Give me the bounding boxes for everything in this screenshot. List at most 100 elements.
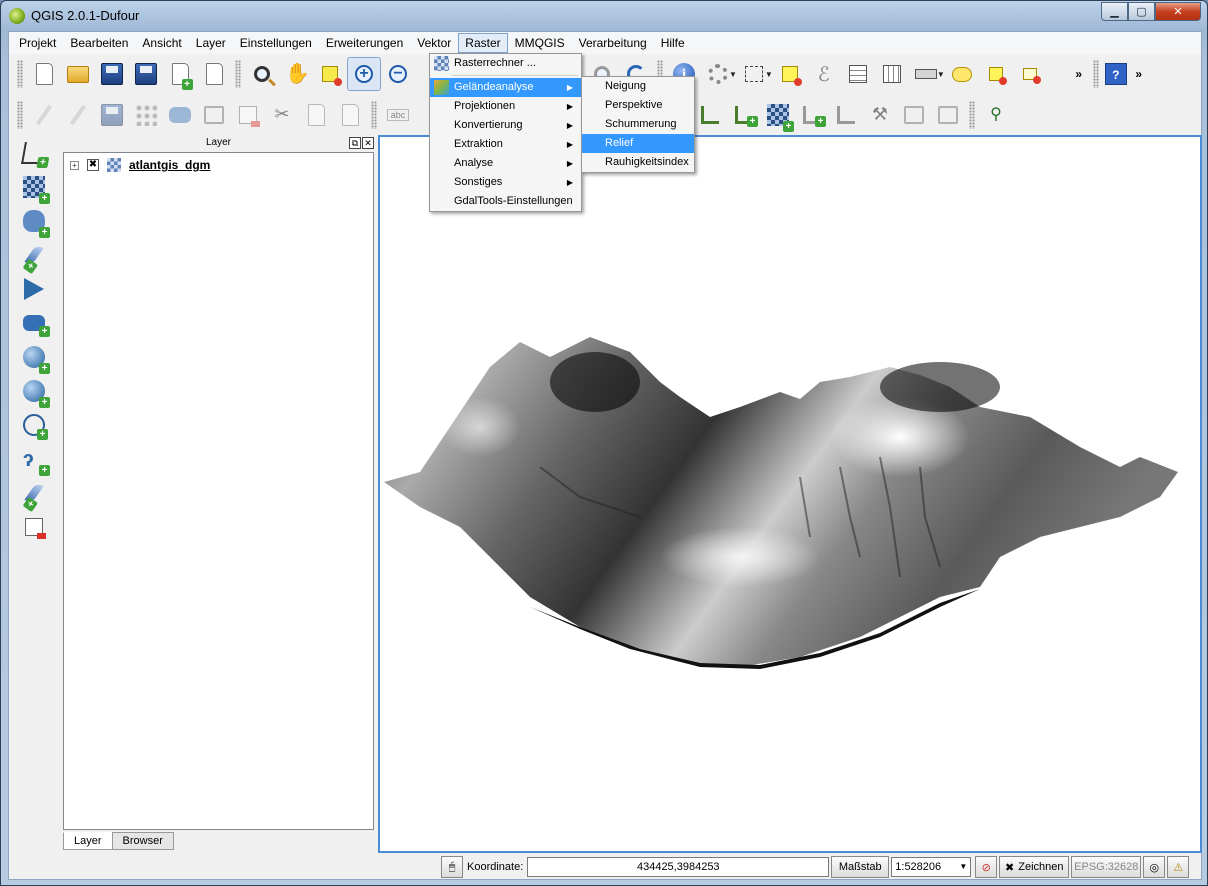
- new-shapefile-layer-button[interactable]: [17, 476, 51, 510]
- add-feature-button[interactable]: [129, 98, 163, 132]
- menu-mmqgis[interactable]: MMQGIS: [508, 33, 572, 53]
- menu-item-sonstiges[interactable]: Sonstiges ▶: [430, 173, 581, 192]
- paste-features-button[interactable]: [333, 98, 367, 132]
- scale-combobox[interactable]: 1:528206 ▼: [891, 857, 972, 877]
- menu-vektor[interactable]: Vektor: [410, 33, 458, 53]
- add-delimited-text-button[interactable]: ɂ: [17, 442, 51, 476]
- layer-row[interactable]: + ✖ atlantgis_dgm: [64, 157, 373, 173]
- add-ring-button[interactable]: [795, 98, 829, 132]
- save-edits-button[interactable]: [95, 98, 129, 132]
- add-wfs-layer-button[interactable]: [17, 408, 51, 442]
- cut-features-button[interactable]: ✂: [265, 98, 299, 132]
- toolbar-overflow-button[interactable]: »: [1069, 57, 1089, 91]
- menu-item-neigung[interactable]: Neigung: [582, 77, 694, 96]
- stop-render-button[interactable]: ⊘: [975, 856, 998, 878]
- menu-einstellungen[interactable]: Einstellungen: [233, 33, 319, 53]
- add-spatialite-layer-button[interactable]: [17, 238, 51, 272]
- save-project-button[interactable]: [95, 57, 129, 91]
- add-wms-layer-button[interactable]: [17, 340, 51, 374]
- layer-tree[interactable]: + ✖ atlantgis_dgm: [63, 152, 374, 830]
- close-icon[interactable]: ✕: [362, 137, 374, 149]
- menu-item-schummerung[interactable]: Schummerung: [582, 115, 694, 134]
- statistics-button[interactable]: [875, 57, 909, 91]
- menu-item-gelaendeanalyse[interactable]: Geländeanalyse ▶: [430, 78, 581, 97]
- menu-item-rasterrechner[interactable]: Rasterrechner ...: [430, 54, 581, 73]
- toolbar-grip[interactable]: [17, 60, 23, 88]
- add-vector-layer-button[interactable]: [17, 136, 51, 170]
- coordinate-field[interactable]: 434425,3984253: [527, 857, 830, 877]
- deselect-button[interactable]: [773, 57, 807, 91]
- menu-item-extraktion[interactable]: Extraktion ▶: [430, 135, 581, 154]
- toolbar-grip[interactable]: [1092, 60, 1099, 88]
- layer-visibility-checkbox[interactable]: ✖: [87, 159, 99, 171]
- measure-button[interactable]: [909, 57, 943, 91]
- show-bookmarks-button[interactable]: [1013, 57, 1047, 91]
- add-wcs-layer-button[interactable]: [17, 374, 51, 408]
- menu-item-projektionen[interactable]: Projektionen ▶: [430, 97, 581, 116]
- reshape-button[interactable]: ⚒: [863, 98, 897, 132]
- add-vertex-button[interactable]: [727, 98, 761, 132]
- menu-item-gdaltools-einstellungen[interactable]: GdalTools-Einstellungen: [430, 192, 581, 211]
- menu-raster[interactable]: Raster: [458, 33, 508, 53]
- remove-layer-button[interactable]: [17, 510, 51, 544]
- delete-selected-button[interactable]: [231, 98, 265, 132]
- menu-hilfe[interactable]: Hilfe: [654, 33, 692, 53]
- zoom-out-button[interactable]: −: [381, 57, 415, 91]
- new-project-button[interactable]: [27, 57, 61, 91]
- select-features-button[interactable]: [737, 57, 771, 91]
- tab-layer[interactable]: Layer: [63, 832, 113, 850]
- add-postgis-layer-button[interactable]: [17, 204, 51, 238]
- undock-icon[interactable]: ⧉: [349, 137, 361, 149]
- field-calculator-button[interactable]: ℰ: [807, 57, 841, 91]
- menu-projekt[interactable]: Projekt: [12, 33, 63, 53]
- toolbar-grip[interactable]: [371, 101, 377, 129]
- attribute-table-button[interactable]: [841, 57, 875, 91]
- simplify-button[interactable]: [897, 98, 931, 132]
- toggle-extents-button[interactable]: 🖱: [441, 856, 463, 878]
- tab-browser[interactable]: Browser: [111, 832, 174, 850]
- composer-manager-button[interactable]: [197, 57, 231, 91]
- pan-to-selection-button[interactable]: [245, 57, 279, 91]
- menu-bearbeiten[interactable]: Bearbeiten: [63, 33, 135, 53]
- digitize-2-button[interactable]: [693, 98, 727, 132]
- menu-verarbeitung[interactable]: Verarbeitung: [572, 33, 654, 53]
- add-oracle-layer-button[interactable]: [17, 306, 51, 340]
- add-raster-part-button[interactable]: [761, 98, 795, 132]
- menu-item-analyse[interactable]: Analyse ▶: [430, 154, 581, 173]
- menu-ansicht[interactable]: Ansicht: [135, 33, 188, 53]
- toolbar-grip[interactable]: [235, 60, 241, 88]
- pan-button[interactable]: ✋: [279, 57, 313, 91]
- label-button[interactable]: abc: [381, 98, 415, 132]
- render-toggle[interactable]: ✖ Zeichnen: [999, 856, 1070, 878]
- menu-item-perspektive[interactable]: Perspektive: [582, 96, 694, 115]
- render-checkbox[interactable]: ✖: [1005, 861, 1014, 874]
- copy-features-button[interactable]: [299, 98, 333, 132]
- search-plugin-button[interactable]: ⚲: [979, 98, 1013, 132]
- zoom-in-button[interactable]: +: [347, 57, 381, 91]
- current-edits-button[interactable]: [61, 98, 95, 132]
- maximize-button[interactable]: ▢: [1128, 2, 1155, 21]
- add-raster-layer-button[interactable]: [17, 170, 51, 204]
- new-bookmark-button[interactable]: [979, 57, 1013, 91]
- toolbar-overflow-button-2[interactable]: »: [1129, 57, 1149, 91]
- menu-item-relief[interactable]: Relief: [582, 134, 694, 153]
- offset-button[interactable]: [931, 98, 965, 132]
- action-button[interactable]: [701, 57, 735, 91]
- close-button[interactable]: ✕: [1155, 2, 1201, 21]
- menu-erweiterungen[interactable]: Erweiterungen: [319, 33, 410, 53]
- menu-layer[interactable]: Layer: [189, 33, 233, 53]
- new-print-composer-button[interactable]: [163, 57, 197, 91]
- toolbar-grip[interactable]: [17, 101, 23, 129]
- crs-projection-button[interactable]: ◎: [1143, 856, 1166, 878]
- expand-icon[interactable]: +: [70, 160, 79, 170]
- toggle-editing-button[interactable]: [27, 98, 61, 132]
- menu-item-konvertierung[interactable]: Konvertierung ▶: [430, 116, 581, 135]
- help-button[interactable]: ?: [1103, 57, 1129, 91]
- minimize-button[interactable]: ▁: [1101, 2, 1128, 21]
- map-tips-button[interactable]: [945, 57, 979, 91]
- open-project-button[interactable]: [61, 57, 95, 91]
- add-mssql-layer-button[interactable]: [17, 272, 51, 306]
- node-tool-button[interactable]: [197, 98, 231, 132]
- crs-status[interactable]: EPSG:32628: [1071, 856, 1142, 878]
- merge-button[interactable]: [829, 98, 863, 132]
